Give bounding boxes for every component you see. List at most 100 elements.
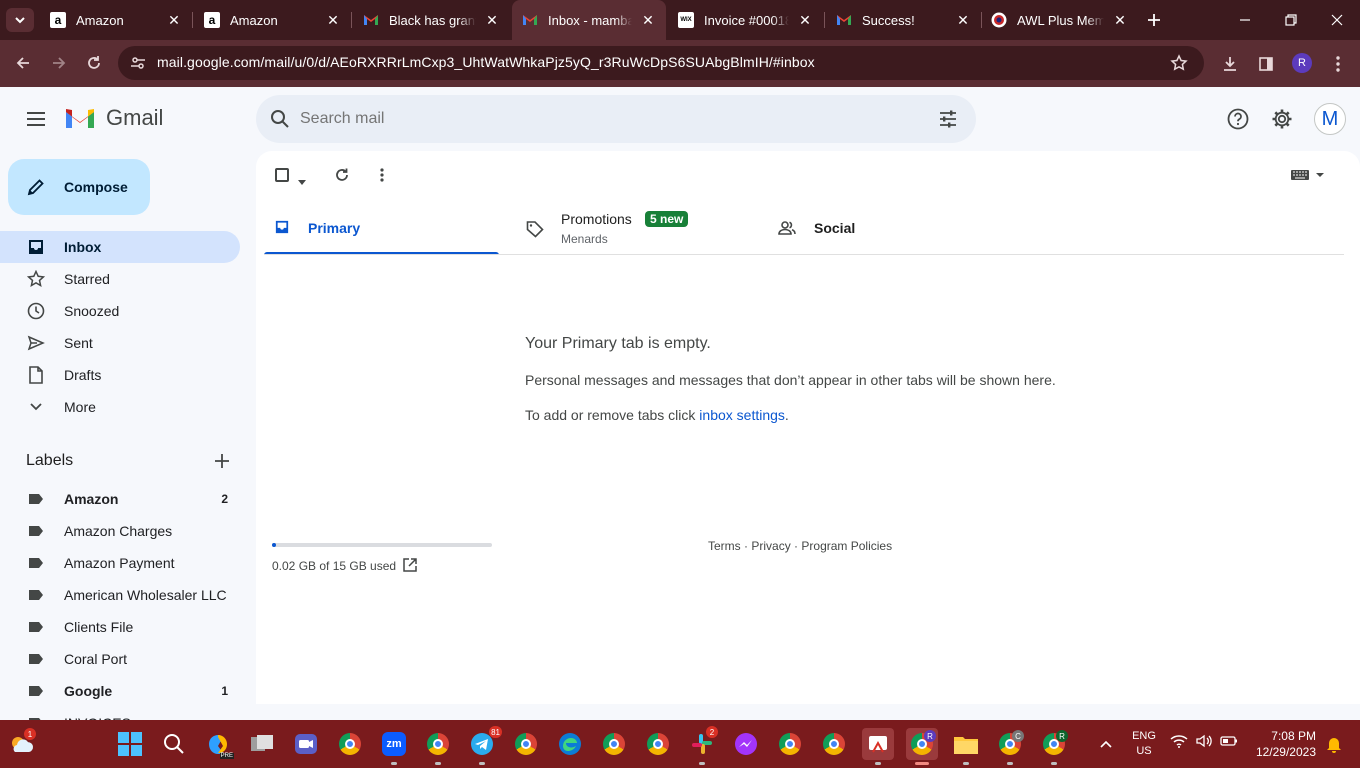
- tab-promotions[interactable]: Promotions 5 new Menards: [516, 207, 760, 255]
- program-policies-link[interactable]: Program Policies: [801, 539, 892, 553]
- input-language[interactable]: ENG US: [1128, 729, 1160, 759]
- close-tab-icon[interactable]: ✕: [484, 12, 500, 28]
- search-bar[interactable]: [256, 95, 976, 143]
- restore-window-button[interactable]: [1276, 8, 1306, 32]
- chrome-icon: [823, 733, 845, 755]
- reload-button[interactable]: [81, 50, 107, 76]
- chrome-app-2[interactable]: [422, 728, 454, 765]
- slack-app[interactable]: 2: [686, 726, 718, 765]
- site-info-icon[interactable]: [130, 55, 146, 76]
- nav-drafts[interactable]: Drafts: [0, 359, 240, 391]
- tab-title: Black has granted: [389, 12, 476, 28]
- clock[interactable]: 7:08 PM 12/29/2023: [1252, 728, 1316, 760]
- label-coral-port[interactable]: Coral Port: [0, 643, 240, 675]
- chrome-app-active[interactable]: R: [906, 728, 938, 765]
- chrome-app-3[interactable]: [510, 728, 542, 760]
- plus-icon: [215, 454, 229, 468]
- search-icon[interactable]: [270, 109, 290, 134]
- search-options-icon[interactable]: [938, 109, 958, 134]
- privacy-link[interactable]: Privacy: [751, 539, 790, 553]
- snipping-tool-app[interactable]: [862, 728, 894, 765]
- downloads-button[interactable]: [1218, 52, 1242, 76]
- label-amazon[interactable]: Amazon 2: [0, 483, 240, 515]
- copilot-pre-app[interactable]: PRE: [202, 728, 234, 760]
- show-hidden-icons-button[interactable]: [1090, 728, 1122, 760]
- chrome-app-1[interactable]: [334, 728, 366, 760]
- video-app[interactable]: [290, 728, 322, 760]
- compose-button[interactable]: Compose: [8, 159, 150, 215]
- nav-snoozed[interactable]: Snoozed: [0, 295, 240, 327]
- chrome-app-6[interactable]: [774, 728, 806, 760]
- close-window-button[interactable]: [1322, 8, 1352, 32]
- close-tab-icon[interactable]: ✕: [955, 12, 971, 28]
- nav-sent[interactable]: Sent: [0, 327, 240, 359]
- start-button[interactable]: [114, 728, 146, 760]
- tab-search-button[interactable]: [6, 8, 34, 32]
- browser-menu-button[interactable]: [1328, 52, 1348, 76]
- messenger-app[interactable]: [730, 728, 762, 760]
- label-name: Amazon Charges: [64, 523, 173, 539]
- chrome-app-profile-c[interactable]: C: [994, 728, 1026, 765]
- url-text: mail.google.com/mail/u/0/d/AEoRXRRrLmCxp…: [157, 54, 815, 70]
- browser-tab-invoice[interactable]: WIX Invoice #00018 ✕: [668, 0, 823, 40]
- bell-icon: [1327, 738, 1341, 753]
- task-view-app[interactable]: [246, 728, 278, 760]
- chrome-app-7[interactable]: [818, 728, 850, 760]
- open-in-new-icon[interactable]: [403, 558, 417, 577]
- bookmark-star-icon[interactable]: [1170, 54, 1188, 77]
- close-tab-icon[interactable]: ✕: [640, 12, 656, 28]
- main-menu-button[interactable]: [20, 103, 52, 135]
- back-button[interactable]: [10, 50, 36, 76]
- search-taskbar-button[interactable]: [158, 728, 190, 760]
- new-tab-button[interactable]: [1142, 8, 1166, 32]
- tab-primary[interactable]: Primary: [264, 207, 499, 255]
- label-google[interactable]: Google 1: [0, 675, 240, 707]
- close-tab-icon[interactable]: ✕: [325, 12, 341, 28]
- file-explorer-app[interactable]: [950, 728, 982, 765]
- notifications-button[interactable]: [1318, 728, 1350, 760]
- label-amazon-charges[interactable]: Amazon Charges: [0, 515, 240, 547]
- edge-app[interactable]: [554, 728, 586, 760]
- search-input[interactable]: [300, 107, 900, 131]
- support-button[interactable]: [1224, 105, 1252, 133]
- refresh-button[interactable]: [330, 163, 354, 187]
- settings-button[interactable]: [1268, 105, 1296, 133]
- nav-starred[interactable]: Starred: [0, 263, 240, 295]
- create-label-button[interactable]: [210, 449, 234, 473]
- browser-tab-amazon-1[interactable]: a Amazon ✕: [40, 0, 192, 40]
- telegram-app[interactable]: 81: [466, 726, 502, 765]
- browser-tab-inbox[interactable]: Inbox - mambacloud ✕: [512, 0, 666, 40]
- select-dropdown-icon[interactable]: [298, 172, 306, 190]
- tab-social[interactable]: Social: [768, 207, 1003, 255]
- system-status-group[interactable]: [1170, 734, 1238, 748]
- close-tab-icon[interactable]: ✕: [166, 12, 182, 28]
- browser-tab-amazon-2[interactable]: a Amazon ✕: [194, 0, 351, 40]
- browser-tab-black-granted[interactable]: Black has granted ✕: [353, 0, 510, 40]
- chrome-app-4[interactable]: [598, 728, 630, 760]
- inbox-settings-link[interactable]: inbox settings: [699, 407, 785, 423]
- nav-inbox[interactable]: Inbox: [0, 231, 240, 263]
- minimize-window-button[interactable]: [1230, 8, 1260, 32]
- weather-widget[interactable]: 1: [6, 728, 38, 760]
- input-tools-button[interactable]: [1288, 165, 1328, 185]
- forward-button[interactable]: [46, 50, 72, 76]
- browser-profile-avatar[interactable]: R: [1292, 53, 1312, 73]
- label-amazon-payment[interactable]: Amazon Payment: [0, 547, 240, 579]
- browser-tab-success[interactable]: Success! ✕: [826, 0, 981, 40]
- gmail-logo[interactable]: Gmail: [64, 105, 163, 131]
- address-bar[interactable]: mail.google.com/mail/u/0/d/AEoRXRRrLmCxp…: [118, 46, 1204, 80]
- close-tab-icon[interactable]: ✕: [797, 12, 813, 28]
- account-avatar[interactable]: M: [1314, 103, 1346, 135]
- nav-more[interactable]: More: [0, 391, 240, 423]
- select-all-checkbox[interactable]: [275, 168, 289, 182]
- terms-link[interactable]: Terms: [708, 539, 741, 553]
- label-clients-file[interactable]: Clients File: [0, 611, 240, 643]
- side-panel-button[interactable]: [1254, 52, 1278, 76]
- close-tab-icon[interactable]: ✕: [1112, 12, 1128, 28]
- more-actions-button[interactable]: [370, 163, 394, 187]
- zoom-app[interactable]: zm: [378, 728, 410, 765]
- chrome-app-5[interactable]: [642, 728, 674, 760]
- browser-tab-awl[interactable]: AWL Plus Membership ✕: [983, 0, 1138, 40]
- label-american-wholesaler[interactable]: American Wholesaler LLC: [0, 579, 240, 611]
- chrome-app-profile-r[interactable]: R: [1038, 728, 1070, 765]
